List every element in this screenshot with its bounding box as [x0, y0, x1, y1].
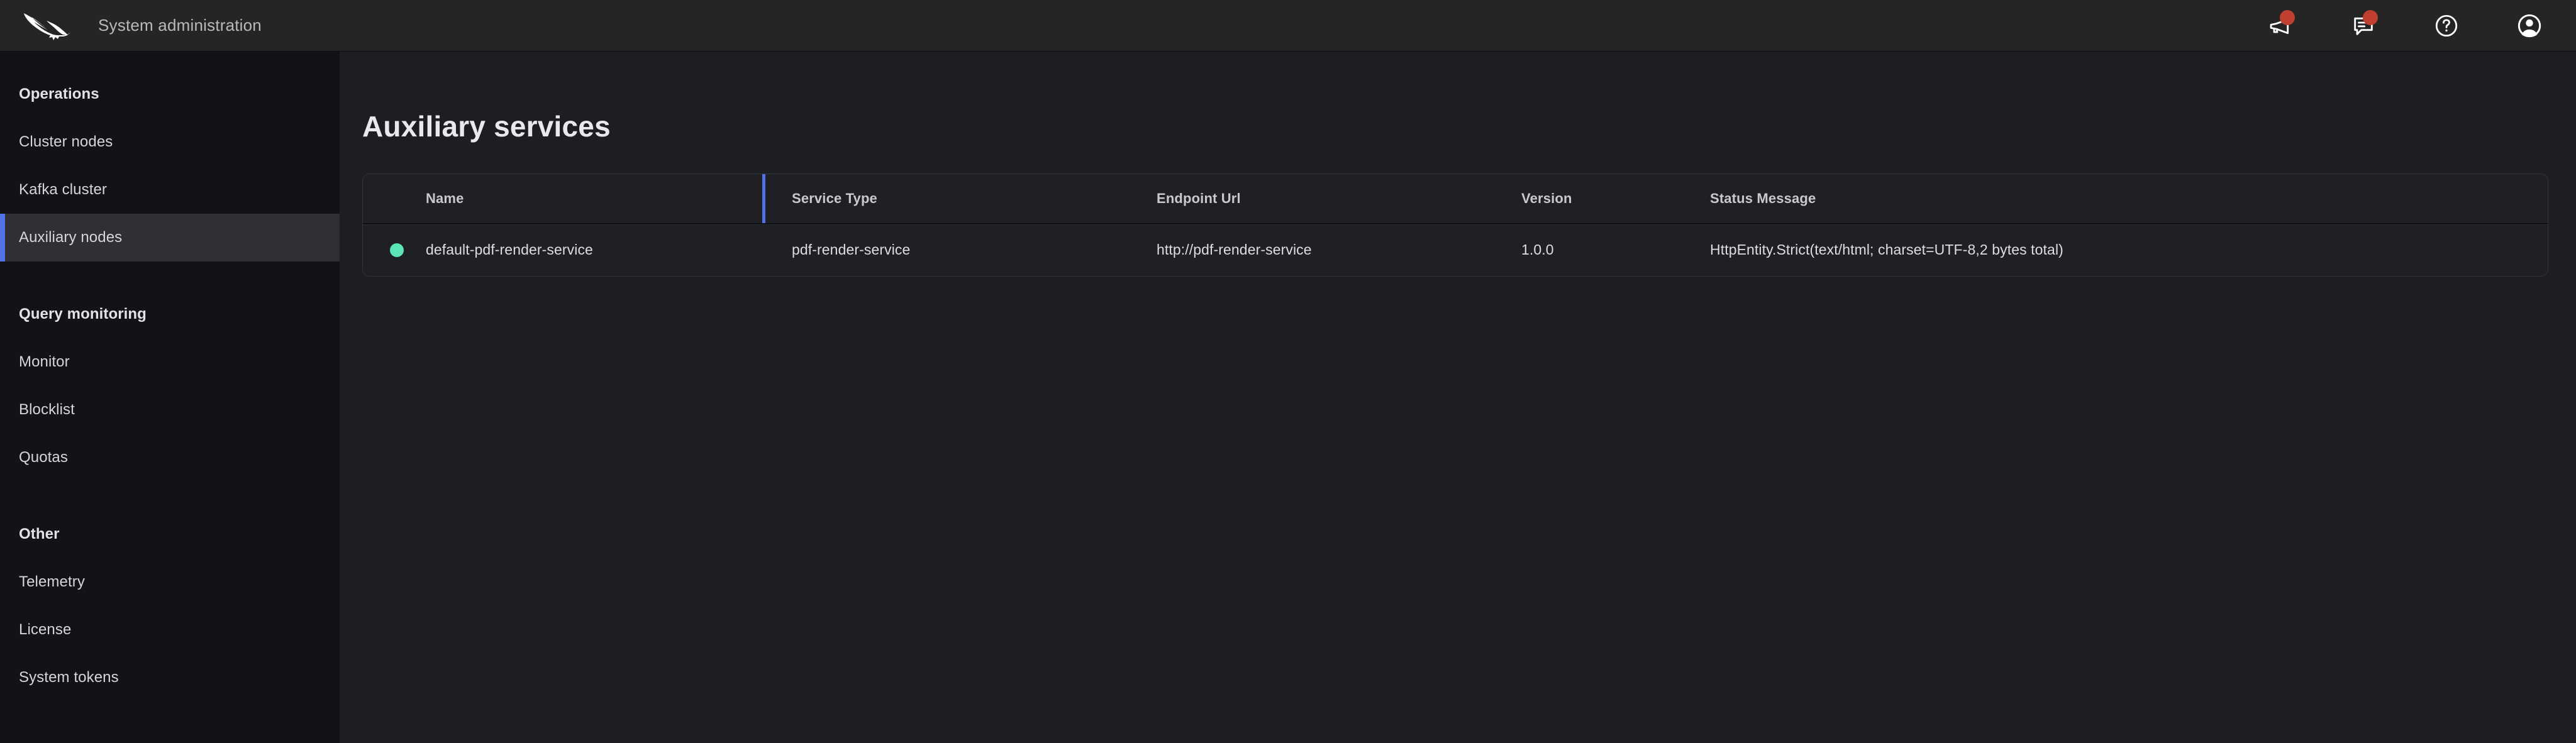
sidebar-item-label: Quotas	[19, 449, 68, 466]
nav-group-operations: Operations Cluster nodes Kafka cluster A…	[0, 70, 340, 261]
main-content: Auxiliary services Name Service Type End…	[340, 52, 2576, 743]
nav-group-other: Other Telemetry License System tokens	[0, 510, 340, 702]
cell-version: 1.0.0	[1495, 224, 1684, 277]
sidebar-item-quotas[interactable]: Quotas	[0, 434, 340, 482]
user-account-button[interactable]	[2512, 8, 2547, 43]
falcon-logo-icon	[19, 9, 77, 42]
column-header-status-message[interactable]: Status Message	[1684, 174, 2548, 224]
nav-group-divider	[0, 487, 340, 510]
topbar-actions	[2263, 8, 2547, 43]
cell-endpoint-url: http://pdf-render-service	[1130, 224, 1495, 277]
user-account-avatar-icon	[2516, 12, 2543, 40]
top-bar: System administration	[0, 0, 2576, 52]
nav-heading-other: Other	[0, 510, 340, 558]
sidebar-item-blocklist[interactable]: Blocklist	[0, 386, 340, 434]
announcement-badge-dot	[2280, 10, 2295, 25]
nav-group-query-monitoring: Query monitoring Monitor Blocklist Quota…	[0, 290, 340, 482]
table-row[interactable]: default-pdf-render-service pdf-render-se…	[363, 224, 2548, 277]
table-header: Name Service Type Endpoint Url Version S…	[363, 174, 2548, 224]
sidebar-item-cluster-nodes[interactable]: Cluster nodes	[0, 118, 340, 166]
auxiliary-services-table: Name Service Type Endpoint Url Version S…	[363, 174, 2548, 276]
sidebar-item-license[interactable]: License	[0, 606, 340, 654]
body-wrapper: Operations Cluster nodes Kafka cluster A…	[0, 52, 2576, 743]
nav-heading-query-monitoring: Query monitoring	[0, 290, 340, 338]
message-feedback-button[interactable]	[2346, 8, 2381, 43]
brand[interactable]: System administration	[19, 9, 262, 42]
table-header-row: Name Service Type Endpoint Url Version S…	[363, 174, 2548, 224]
sidebar-item-monitor[interactable]: Monitor	[0, 338, 340, 386]
column-header-version[interactable]: Version	[1495, 174, 1684, 224]
sidebar-item-label: Telemetry	[19, 573, 85, 590]
sidebar-item-label: Cluster nodes	[19, 133, 113, 150]
sidebar-item-label: Monitor	[19, 353, 70, 370]
sidebar-item-label: Auxiliary nodes	[19, 229, 122, 246]
cell-service-type: pdf-render-service	[765, 224, 1130, 277]
help-button[interactable]	[2429, 8, 2464, 43]
column-header-name[interactable]: Name	[363, 174, 765, 224]
cell-name: default-pdf-render-service	[363, 224, 765, 277]
table-body: default-pdf-render-service pdf-render-se…	[363, 224, 2548, 277]
sidebar-item-telemetry[interactable]: Telemetry	[0, 558, 340, 606]
sidebar-item-label: License	[19, 621, 71, 638]
app-title: System administration	[98, 16, 262, 35]
auxiliary-services-table-card: Name Service Type Endpoint Url Version S…	[362, 173, 2548, 277]
sidebar-item-kafka-cluster[interactable]: Kafka cluster	[0, 166, 340, 214]
page-title: Auxiliary services	[362, 109, 2548, 143]
sidebar-item-label: Blocklist	[19, 401, 75, 418]
message-badge-dot	[2363, 10, 2378, 25]
sidebar-item-system-tokens[interactable]: System tokens	[0, 654, 340, 702]
sidebar-item-auxiliary-nodes[interactable]: Auxiliary nodes	[0, 214, 340, 261]
megaphone-announcement-button[interactable]	[2263, 8, 2298, 43]
nav-heading-operations: Operations	[0, 70, 340, 118]
sidebar-item-label: Kafka cluster	[19, 181, 107, 198]
column-header-endpoint-url[interactable]: Endpoint Url	[1130, 174, 1495, 224]
sidebar-item-label: System tokens	[19, 669, 119, 686]
service-status-dot-icon	[390, 243, 404, 257]
column-header-service-type[interactable]: Service Type	[765, 174, 1130, 224]
application-root: System administration	[0, 0, 2576, 743]
nav-group-divider	[0, 267, 340, 290]
service-name-text: default-pdf-render-service	[426, 241, 593, 258]
cell-status-message: HttpEntity.Strict(text/html; charset=UTF…	[1684, 224, 2548, 277]
help-question-circle-icon	[2433, 13, 2460, 39]
sidebar-navigation: Operations Cluster nodes Kafka cluster A…	[0, 52, 340, 743]
